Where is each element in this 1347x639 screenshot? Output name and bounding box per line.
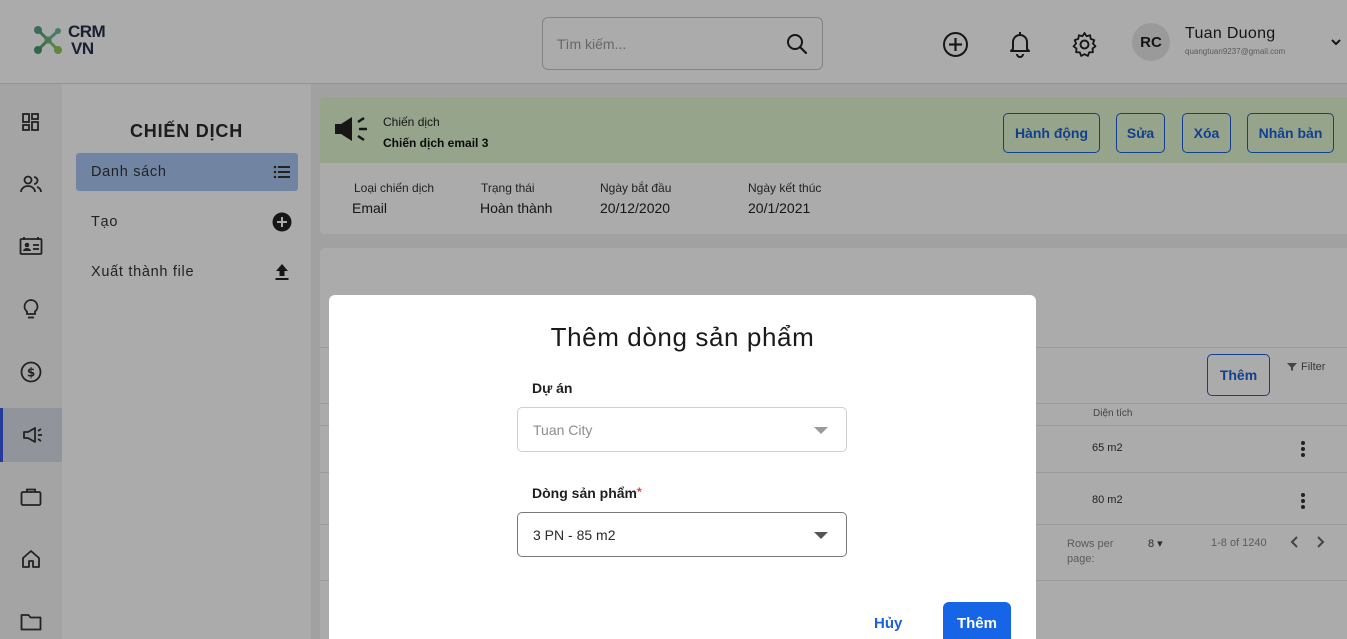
product-line-label-text: Dòng sản phẩm <box>532 485 638 501</box>
project-label: Dự án <box>532 380 573 396</box>
dialog-title: Thêm dòng sản phẩm <box>550 322 815 352</box>
product-line-select[interactable]: 3 PN - 85 m2 <box>517 512 847 557</box>
project-value: Tuan City <box>533 422 593 438</box>
required-mark: * <box>637 485 642 499</box>
add-button[interactable]: Thêm <box>943 602 1011 639</box>
cancel-button[interactable]: Hủy <box>874 615 902 632</box>
project-select[interactable]: Tuan City <box>517 407 847 452</box>
add-product-line-dialog: Thêm dòng sản phẩm Dự án Tuan City Dòng … <box>329 295 1036 639</box>
dropdown-caret-icon <box>814 427 828 434</box>
product-line-label: Dòng sản phẩm* <box>532 485 642 501</box>
product-line-value: 3 PN - 85 m2 <box>533 527 616 543</box>
dropdown-caret-icon <box>814 532 828 539</box>
